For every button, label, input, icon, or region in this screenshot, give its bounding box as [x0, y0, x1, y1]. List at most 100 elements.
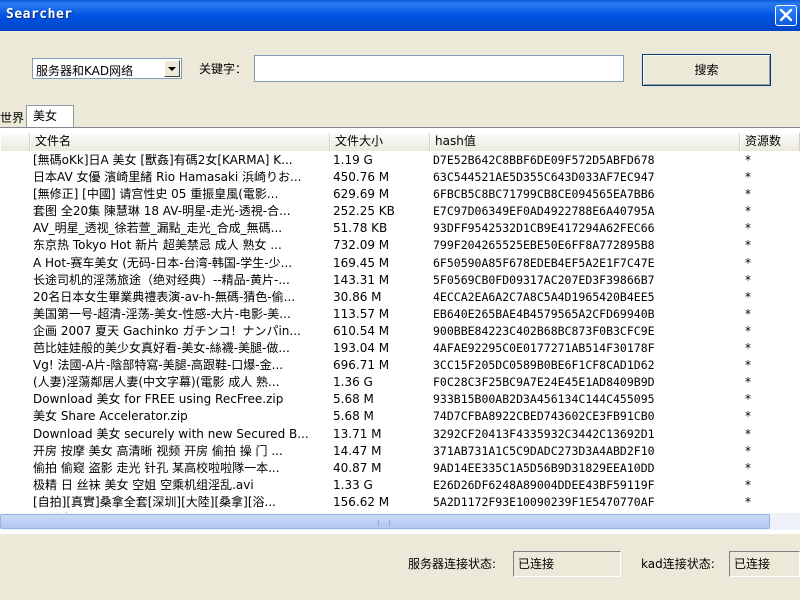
- table-row[interactable]: 东京热 Tokyo Hot 新片 超美禁忌 成人 熟女 ... 732.09 M 7…: [0, 237, 800, 254]
- status-bar: 服务器连接状态: 已连接 kad连接状态: 已连接: [0, 535, 800, 600]
- table-row[interactable]: Download 美女 securely with new Secured B.…: [0, 426, 800, 443]
- header-filename[interactable]: 文件名: [30, 133, 330, 151]
- hash-cell: 3292CF20413F4335932C3442C13692D1: [433, 426, 655, 441]
- table-row[interactable]: 企画 2007 夏天 Gachinko ガチンコ！ナンパin... 610.54 …: [0, 323, 800, 340]
- sources-cell: *: [745, 255, 751, 270]
- hash-cell: 74D7CFBA8922CBED743602CE3FB91CB0: [433, 409, 655, 424]
- hash-cell: D7E52B642C8BBF6DE09F572D5ABFD678: [433, 153, 655, 167]
- window-title: Searcher: [6, 7, 73, 22]
- header-sources[interactable]: 资源数: [740, 133, 800, 151]
- header-hash[interactable]: hash值: [430, 133, 740, 151]
- close-button[interactable]: [775, 5, 797, 26]
- hash-cell: F0C28C3F25BC9A7E24E45E1AD8409B9D: [433, 375, 655, 390]
- table-row[interactable]: 极精 日 丝袜 美女 空姐 空乘机组淫乱.avi 1.33 G E26D26DF62…: [0, 477, 800, 494]
- hash-cell: 371AB731A1C5C9DADC273D3A4ABD2F10: [433, 443, 655, 458]
- sources-cell: *: [745, 306, 751, 321]
- table-row[interactable]: Vg! 法國-A片-陰部特寫-美腿-高跟鞋-口爆-金... 696.71 M 3CC…: [0, 357, 800, 374]
- file-name-cell: A Hot-赛车美女 (无码-日本-台湾-韩国-学生-少...: [33, 255, 293, 270]
- table-row[interactable]: 套图 全20集 陳慧琳 18 AV-明星-走光-透視-合... 252.25 KB…: [0, 203, 800, 220]
- file-size-cell: 40.87 M: [333, 460, 382, 475]
- file-size-cell: 14.47 M: [333, 443, 382, 458]
- hash-cell: 6F50590A85F678EDEB4EF5A2E1F7C47E: [433, 255, 655, 270]
- hash-cell: 4AFAE92295C0E0177271AB514F30178F: [433, 341, 655, 356]
- sources-cell: *: [745, 426, 751, 441]
- header-filesize[interactable]: 文件大小: [330, 133, 430, 151]
- sources-cell: *: [745, 187, 751, 202]
- sources-cell: *: [745, 289, 751, 304]
- table-row[interactable]: 美女 Share Accelerator.zip 5.68 M 74D7CFBA89…: [0, 408, 800, 425]
- network-select[interactable]: 服务器和KAD网络: [32, 58, 182, 79]
- file-name-cell: [自拍][真實]桑拿全套[深圳][大陸][桑拿][浴...: [33, 494, 276, 509]
- file-size-cell: 193.04 M: [333, 341, 390, 356]
- file-name-cell: [無修正] [中國] 请宫性史 05 重振皇風(電影...: [33, 187, 279, 202]
- file-name-cell: [無碼oKk]日A 美女 [獸姦]有碼2女[KARMA] K...: [33, 153, 293, 167]
- tab-beauty[interactable]: 美女: [26, 105, 74, 127]
- file-name-cell: 日本AV 女優 濱崎里緒 Rio Hamasaki 浜崎りお...: [33, 170, 302, 185]
- header-blank: [0, 133, 30, 151]
- table-row[interactable]: (人妻)淫蕩鄰居人妻(中文字幕)(電影 成人 熟... 1.36 G F0C28C3…: [0, 374, 800, 391]
- file-name-cell: 套图 全20集 陳慧琳 18 AV-明星-走光-透視-合...: [33, 204, 291, 219]
- file-size-cell: 51.78 KB: [333, 221, 388, 236]
- table-row[interactable]: [無碼oKk]日A 美女 [獸姦]有碼2女[KARMA] K... 1.19 G D…: [0, 152, 800, 169]
- file-name-cell: 企画 2007 夏天 Gachinko ガチンコ！ナンパin...: [33, 323, 301, 338]
- search-button[interactable]: 搜索: [642, 54, 771, 86]
- hash-cell: 3CC15F205DC0589B0BE6F1CF8CAD1D62: [433, 358, 655, 373]
- keyword-input[interactable]: [254, 55, 624, 82]
- file-name-cell: 20名日本女生畢業典禮表演-av-h-無碼-猜色-偷...: [33, 289, 296, 304]
- server-status-label: 服务器连接状态:: [408, 557, 497, 571]
- hash-cell: 900BBE84223C402B68BC873F0B3CFC9E: [433, 323, 655, 338]
- list-rows: [無碼oKk]日A 美女 [獸姦]有碼2女[KARMA] K... 1.19 G D…: [0, 152, 800, 528]
- table-row[interactable]: 日本AV 女優 濱崎里緒 Rio Hamasaki 浜崎りお... 450.76 …: [0, 169, 800, 186]
- file-size-cell: 156.62 M: [333, 494, 390, 509]
- file-name-cell: 东京热 Tokyo Hot 新片 超美禁忌 成人 熟女 ...: [33, 238, 282, 253]
- file-name-cell: 长途司机的淫荡旅途（绝对经典）--精品-黄片-...: [33, 272, 290, 287]
- sources-cell: *: [745, 409, 751, 424]
- table-row[interactable]: 美国第一号-超清-淫荡-美女-性感-大片-电影-美... 113.57 M EB64…: [0, 306, 800, 323]
- file-size-cell: 629.69 M: [333, 187, 390, 202]
- sources-cell: *: [745, 358, 751, 373]
- file-size-cell: 30.86 M: [333, 289, 382, 304]
- file-name-cell: 美女 Share Accelerator.zip: [33, 409, 188, 424]
- hash-cell: EB640E265BAE4B4579565A2CFD69940B: [433, 306, 655, 321]
- scrollbar-thumb[interactable]: [0, 514, 770, 529]
- file-size-cell: 1.33 G: [333, 477, 373, 492]
- hash-cell: 9AD14EE335C1A5D56B9D31829EEA10DD: [433, 460, 655, 475]
- table-row[interactable]: A Hot-赛车美女 (无码-日本-台湾-韩国-学生-少... 169.45 M 6…: [0, 255, 800, 272]
- keyword-label: 关键字：: [199, 62, 248, 76]
- table-row[interactable]: 芭比娃娃般的美少女真好看-美女-絲襪-美腿-做... 193.04 M 4AFAE9…: [0, 340, 800, 357]
- file-name-cell: 芭比娃娃般的美少女真好看-美女-絲襪-美腿-做...: [33, 341, 290, 356]
- file-name-cell: 极精 日 丝袜 美女 空姐 空乘机组淫乱.avi: [33, 477, 254, 492]
- file-size-cell: 1.19 G: [333, 153, 373, 167]
- file-name-cell: (人妻)淫蕩鄰居人妻(中文字幕)(電影 成人 熟...: [33, 375, 280, 390]
- title-bar: Searcher: [0, 0, 800, 31]
- table-row[interactable]: 长途司机的淫荡旅途（绝对经典）--精品-黄片-... 143.31 M 5F0569…: [0, 272, 800, 289]
- file-name-cell: 开房 按摩 美女 高清晰 视频 开房 偷拍 操 门 ...: [33, 443, 283, 458]
- horizontal-scrollbar[interactable]: [0, 513, 800, 530]
- table-row[interactable]: 开房 按摩 美女 高清晰 视频 开房 偷拍 操 门 ... 14.47 M 371A…: [0, 443, 800, 460]
- chevron-down-icon[interactable]: [164, 60, 180, 77]
- file-size-cell: 696.71 M: [333, 358, 390, 373]
- sources-cell: *: [745, 341, 751, 356]
- sources-cell: *: [745, 392, 751, 407]
- hash-cell: 5A2D1172F93E10090239F1E5470770AF: [433, 494, 655, 509]
- file-size-cell: 450.76 M: [333, 170, 390, 185]
- tab-world[interactable]: 世界: [0, 109, 24, 126]
- hash-cell: 5F0569CB0FD09317AC207ED3F39866B7: [433, 272, 655, 287]
- table-row[interactable]: 偷拍 偷窥 盗影 走光 针孔 某高校啦啦隊一本... 40.87 M 9AD14EE…: [0, 460, 800, 477]
- sources-cell: *: [745, 221, 751, 236]
- sources-cell: *: [745, 494, 751, 509]
- table-row[interactable]: 20名日本女生畢業典禮表演-av-h-無碼-猜色-偷... 30.86 M 4ECC…: [0, 289, 800, 306]
- file-size-cell: 143.31 M: [333, 272, 390, 287]
- sources-cell: *: [745, 272, 751, 287]
- file-name-cell: Download 美女 for FREE using RecFree.zip: [33, 392, 284, 407]
- hash-cell: 933B15B00AB2D3A456134C144C455095: [433, 392, 655, 407]
- kad-status-label: kad连接状态:: [641, 557, 715, 571]
- tab-bar: 世界 美女: [0, 103, 800, 127]
- results-list: 文件名 文件大小 hash值 资源数 [無碼oKk]日A 美女 [獸姦]有碼2女…: [0, 127, 800, 534]
- table-row[interactable]: [無修正] [中國] 请宫性史 05 重振皇風(電影... 629.69 M 6FB…: [0, 186, 800, 203]
- table-row[interactable]: [自拍][真實]桑拿全套[深圳][大陸][桑拿][浴... 156.62 M 5A2…: [0, 494, 800, 511]
- table-row[interactable]: Download 美女 for FREE using RecFree.zip 5.…: [0, 391, 800, 408]
- scrollbar-grip-icon: [378, 520, 390, 526]
- kad-status-value: 已连接: [729, 551, 800, 577]
- table-row[interactable]: AV_明星_透视_徐若萱_漏點_走光_合成_無碼... 51.78 KB 93DFF…: [0, 220, 800, 237]
